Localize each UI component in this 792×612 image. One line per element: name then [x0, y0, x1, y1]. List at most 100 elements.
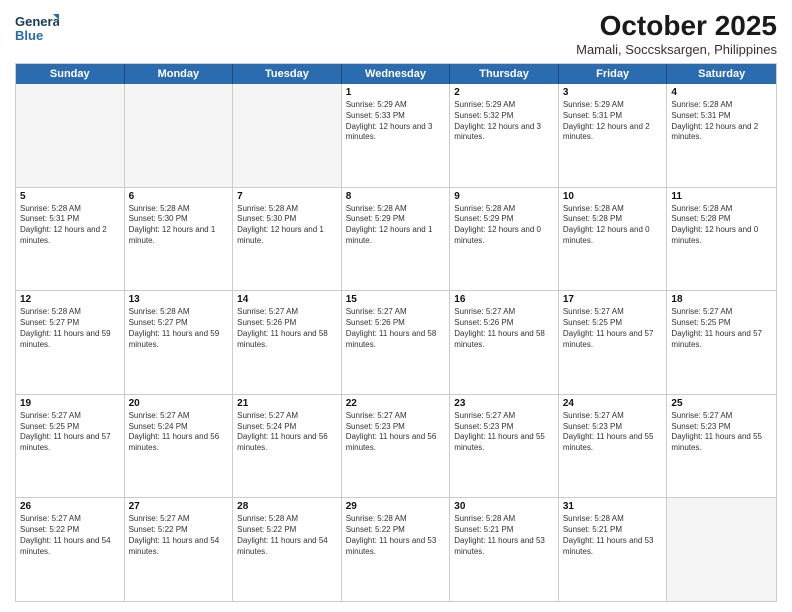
calendar-row: 19Sunrise: 5:27 AM Sunset: 5:25 PM Dayli… [16, 395, 776, 499]
cell-info: Sunrise: 5:27 AM Sunset: 5:23 PM Dayligh… [671, 411, 772, 454]
header-thursday: Thursday [450, 64, 559, 84]
day-number: 25 [671, 398, 772, 409]
table-row: 16 Sunrise: 5:27 AM Sunset: 5:26 PM Dayli… [450, 291, 559, 394]
table-row: 6 Sunrise: 5:28 AM Sunset: 5:30 PM Daylig… [125, 188, 234, 291]
table-row: 26 Sunrise: 5:27 AM Sunset: 5:22 PM Dayli… [16, 498, 125, 601]
day-number: 27 [129, 501, 229, 512]
cell-info: Sunrise: 5:27 AM Sunset: 5:23 PM Dayligh… [454, 411, 554, 454]
day-number: 17 [563, 294, 663, 305]
table-row: 28 Sunrise: 5:28 AM Sunset: 5:22 PM Dayli… [233, 498, 342, 601]
day-number: 6 [129, 191, 229, 202]
day-number: 11 [671, 191, 772, 202]
table-row: 31 Sunrise: 5:28 AM Sunset: 5:21 PM Dayli… [559, 498, 668, 601]
cell-info: Sunrise: 5:27 AM Sunset: 5:26 PM Dayligh… [346, 307, 446, 350]
day-number: 16 [454, 294, 554, 305]
page: General Blue October 2025 Mamali, Soccsk… [0, 0, 792, 612]
day-number: 22 [346, 398, 446, 409]
day-number: 24 [563, 398, 663, 409]
header-monday: Monday [125, 64, 234, 84]
table-row: 19Sunrise: 5:27 AM Sunset: 5:25 PM Dayli… [16, 395, 125, 498]
table-row: 30Sunrise: 5:28 AM Sunset: 5:21 PM Dayli… [450, 498, 559, 601]
day-number: 19 [20, 398, 120, 409]
cell-info: Sunrise: 5:27 AM Sunset: 5:25 PM Dayligh… [563, 307, 663, 350]
cell-info: Sunrise: 5:28 AM Sunset: 5:30 PM Dayligh… [129, 204, 229, 247]
cell-info: Sunrise: 5:28 AM Sunset: 5:21 PM Dayligh… [563, 514, 663, 557]
day-number: 26 [20, 501, 120, 512]
header-sunday: Sunday [16, 64, 125, 84]
calendar-row: 26 Sunrise: 5:27 AM Sunset: 5:22 PM Dayli… [16, 498, 776, 601]
cell-info: Sunrise: 5:29 AM Sunset: 5:33 PM Dayligh… [346, 100, 446, 143]
day-number: 3 [563, 87, 663, 98]
day-number: 4 [671, 87, 772, 98]
table-row: 29Sunrise: 5:28 AM Sunset: 5:22 PM Dayli… [342, 498, 451, 601]
day-number: 7 [237, 191, 337, 202]
svg-text:General: General [15, 14, 59, 29]
cell-info: Sunrise: 5:28 AM Sunset: 5:22 PM Dayligh… [237, 514, 337, 557]
day-number: 13 [129, 294, 229, 305]
table-row: 8Sunrise: 5:28 AM Sunset: 5:29 PM Daylig… [342, 188, 451, 291]
logo-svg: General Blue [15, 10, 59, 46]
calendar-row: 12 Sunrise: 5:28 AM Sunset: 5:27 PM Dayli… [16, 291, 776, 395]
table-row: 11 Sunrise: 5:28 AM Sunset: 5:28 PM Dayli… [667, 188, 776, 291]
svg-text:Blue: Blue [15, 28, 43, 43]
cell-info: Sunrise: 5:27 AM Sunset: 5:26 PM Dayligh… [237, 307, 337, 350]
cell-info: Sunrise: 5:28 AM Sunset: 5:29 PM Dayligh… [454, 204, 554, 247]
table-row: 5 Sunrise: 5:28 AM Sunset: 5:31 PM Daylig… [16, 188, 125, 291]
cell-info: Sunrise: 5:27 AM Sunset: 5:23 PM Dayligh… [563, 411, 663, 454]
cell-info: Sunrise: 5:28 AM Sunset: 5:27 PM Dayligh… [129, 307, 229, 350]
day-number: 23 [454, 398, 554, 409]
day-number: 15 [346, 294, 446, 305]
cell-info: Sunrise: 5:28 AM Sunset: 5:28 PM Dayligh… [671, 204, 772, 247]
cell-info: Sunrise: 5:27 AM Sunset: 5:24 PM Dayligh… [237, 411, 337, 454]
cell-info: Sunrise: 5:28 AM Sunset: 5:29 PM Dayligh… [346, 204, 446, 247]
calendar: Sunday Monday Tuesday Wednesday Thursday… [15, 63, 777, 602]
cell-info: Sunrise: 5:28 AM Sunset: 5:31 PM Dayligh… [671, 100, 772, 143]
table-row [233, 84, 342, 187]
header-friday: Friday [559, 64, 668, 84]
table-row: 12 Sunrise: 5:28 AM Sunset: 5:27 PM Dayli… [16, 291, 125, 394]
table-row [125, 84, 234, 187]
day-number: 10 [563, 191, 663, 202]
table-row: 14 Sunrise: 5:27 AM Sunset: 5:26 PM Dayli… [233, 291, 342, 394]
day-number: 31 [563, 501, 663, 512]
cell-info: Sunrise: 5:27 AM Sunset: 5:26 PM Dayligh… [454, 307, 554, 350]
table-row: 9Sunrise: 5:28 AM Sunset: 5:29 PM Daylig… [450, 188, 559, 291]
day-number: 21 [237, 398, 337, 409]
month-title: October 2025 [576, 10, 777, 42]
title-area: October 2025 Mamali, Soccsksargen, Phili… [576, 10, 777, 57]
cell-info: Sunrise: 5:27 AM Sunset: 5:22 PM Dayligh… [129, 514, 229, 557]
cell-info: Sunrise: 5:27 AM Sunset: 5:25 PM Dayligh… [671, 307, 772, 350]
day-number: 28 [237, 501, 337, 512]
cell-info: Sunrise: 5:28 AM Sunset: 5:21 PM Dayligh… [454, 514, 554, 557]
day-number: 1 [346, 87, 446, 98]
day-number: 5 [20, 191, 120, 202]
day-number: 12 [20, 294, 120, 305]
calendar-body: 1 Sunrise: 5:29 AM Sunset: 5:33 PM Daylig… [16, 84, 776, 601]
table-row: 7Sunrise: 5:28 AM Sunset: 5:30 PM Daylig… [233, 188, 342, 291]
day-number: 29 [346, 501, 446, 512]
header: General Blue October 2025 Mamali, Soccsk… [15, 10, 777, 57]
table-row: 17 Sunrise: 5:27 AM Sunset: 5:25 PM Dayli… [559, 291, 668, 394]
table-row: 2Sunrise: 5:29 AM Sunset: 5:32 PM Daylig… [450, 84, 559, 187]
table-row: 4 Sunrise: 5:28 AM Sunset: 5:31 PM Daylig… [667, 84, 776, 187]
cell-info: Sunrise: 5:28 AM Sunset: 5:27 PM Dayligh… [20, 307, 120, 350]
cell-info: Sunrise: 5:27 AM Sunset: 5:22 PM Dayligh… [20, 514, 120, 557]
table-row: 18 Sunrise: 5:27 AM Sunset: 5:25 PM Dayli… [667, 291, 776, 394]
table-row: 1 Sunrise: 5:29 AM Sunset: 5:33 PM Daylig… [342, 84, 451, 187]
calendar-header: Sunday Monday Tuesday Wednesday Thursday… [16, 64, 776, 84]
calendar-row: 1 Sunrise: 5:29 AM Sunset: 5:33 PM Daylig… [16, 84, 776, 188]
logo: General Blue [15, 10, 59, 46]
header-wednesday: Wednesday [342, 64, 451, 84]
table-row: 23 Sunrise: 5:27 AM Sunset: 5:23 PM Dayli… [450, 395, 559, 498]
day-number: 14 [237, 294, 337, 305]
cell-info: Sunrise: 5:28 AM Sunset: 5:31 PM Dayligh… [20, 204, 120, 247]
day-number: 18 [671, 294, 772, 305]
table-row: 20Sunrise: 5:27 AM Sunset: 5:24 PM Dayli… [125, 395, 234, 498]
table-row: 24 Sunrise: 5:27 AM Sunset: 5:23 PM Dayli… [559, 395, 668, 498]
header-saturday: Saturday [667, 64, 776, 84]
cell-info: Sunrise: 5:28 AM Sunset: 5:28 PM Dayligh… [563, 204, 663, 247]
table-row: 10 Sunrise: 5:28 AM Sunset: 5:28 PM Dayli… [559, 188, 668, 291]
table-row: 15 Sunrise: 5:27 AM Sunset: 5:26 PM Dayli… [342, 291, 451, 394]
location: Mamali, Soccsksargen, Philippines [576, 42, 777, 57]
cell-info: Sunrise: 5:27 AM Sunset: 5:24 PM Dayligh… [129, 411, 229, 454]
